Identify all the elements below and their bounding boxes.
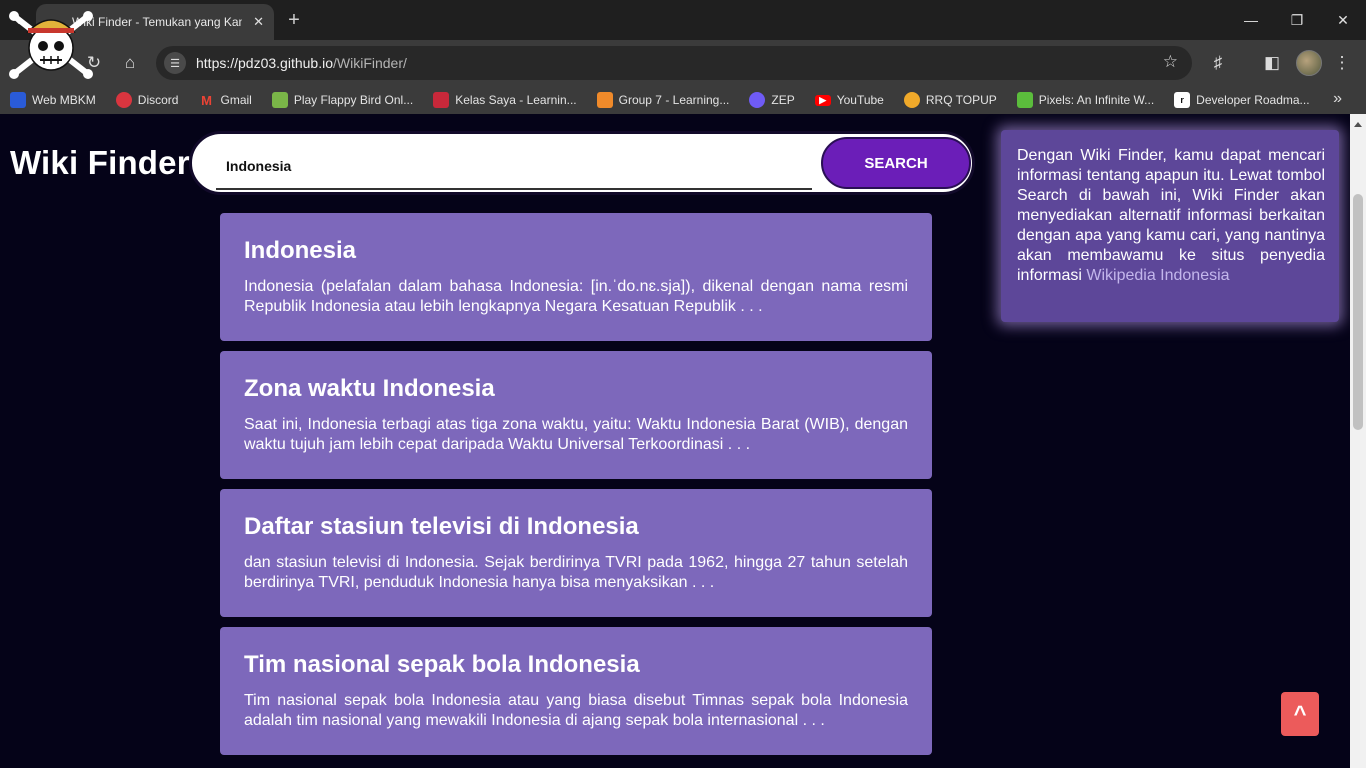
close-window-button[interactable]: ✕ [1330, 8, 1356, 32]
pixels-icon [1016, 92, 1033, 108]
result-snippet: Saat ini, Indonesia terbagi atas tiga zo… [244, 416, 908, 453]
scroll-up-arrow-icon[interactable] [1354, 122, 1362, 127]
tab-close-icon[interactable]: ✕ [253, 14, 264, 30]
result-card[interactable]: Daftar stasiun televisi di Indonesia dan… [220, 489, 932, 617]
tab-title: Wiki Finder - Temukan yang Kamu Cari [72, 15, 242, 29]
flappy-bird-icon [271, 92, 288, 108]
rrq-icon [903, 92, 920, 108]
bookmark-kelas-saya[interactable]: Kelas Saya - Learnin... [433, 92, 577, 108]
result-title[interactable]: Zona waktu Indonesia [244, 375, 908, 403]
group-icon [596, 92, 613, 108]
zep-icon [749, 92, 766, 108]
bookmark-zep[interactable]: ZEP [749, 92, 795, 108]
result-card[interactable]: Tim nasional sepak bola Indonesia Tim na… [220, 627, 932, 755]
bookmark-youtube[interactable]: ▶ YouTube [814, 93, 884, 107]
profile-avatar[interactable] [1296, 50, 1322, 76]
result-title[interactable]: Daftar stasiun televisi di Indonesia [244, 513, 908, 541]
restore-button[interactable]: ❐ [1284, 8, 1310, 32]
menu-icon[interactable]: ⋮ [1330, 51, 1354, 75]
result-title[interactable]: Tim nasional sepak bola Indonesia [244, 651, 908, 679]
result-snippet: Tim nasional sepak bola Indonesia atau y… [244, 692, 908, 729]
address-bar[interactable]: ☰ https://pdz03.github.io/WikiFinder/ ☆ [156, 46, 1192, 80]
discord-icon [115, 92, 132, 108]
tab-strip: ⌄ Wiki Finder - Temukan yang Kamu Cari ✕… [0, 0, 1366, 40]
bookmark-web-mbkm[interactable]: Web MBKM [10, 92, 96, 108]
bookmark-pixels[interactable]: Pixels: An Infinite W... [1016, 92, 1154, 108]
home-icon[interactable]: ⌂ [118, 51, 142, 75]
youtube-icon: ▶ [814, 94, 831, 106]
roadmap-icon: r [1174, 92, 1191, 108]
more-bookmarks-icon[interactable]: » [1333, 90, 1342, 108]
jolly-roger-icon [9, 11, 93, 79]
extensions-icon[interactable]: ♯ [1206, 51, 1230, 75]
result-snippet: dan stasiun televisi di Indonesia. Sejak… [244, 554, 908, 591]
browser-toolbar: ↻ ⌂ ☰ https://pdz03.github.io/WikiFinder… [0, 40, 1366, 86]
bookmark-group-7[interactable]: Group 7 - Learning... [596, 92, 729, 108]
bookmark-flappy-bird[interactable]: Play Flappy Bird Onl... [271, 92, 413, 108]
bookmark-star-icon[interactable]: ☆ [1163, 52, 1178, 72]
bookmark-gmail[interactable]: M Gmail [198, 92, 252, 108]
result-title[interactable]: Indonesia [244, 237, 908, 265]
gmail-icon: M [201, 92, 212, 108]
result-card[interactable]: Indonesia Indonesia (pelafalan dalam bah… [220, 213, 932, 341]
bookmark-rrq-topup[interactable]: RRQ TOPUP [903, 92, 997, 108]
brand-title: Wiki Finder [10, 144, 190, 181]
new-tab-button[interactable]: + [282, 8, 306, 32]
bookmark-discord[interactable]: Discord [115, 92, 178, 108]
info-box: Dengan Wiki Finder, kamu dapat mencari i… [1001, 130, 1339, 322]
info-text: Dengan Wiki Finder, kamu dapat mencari i… [1017, 147, 1325, 284]
learning-icon [433, 92, 450, 108]
search-input[interactable] [216, 144, 812, 190]
result-card[interactable]: Zona waktu Indonesia Saat ini, Indonesia… [220, 351, 932, 479]
site-settings-icon[interactable]: ☰ [164, 52, 186, 74]
scroll-to-top-button[interactable]: ^ [1281, 692, 1319, 736]
search-bar: SEARCH [189, 131, 975, 195]
page-scrollbar[interactable] [1350, 114, 1366, 768]
search-button[interactable]: SEARCH [821, 137, 971, 189]
result-snippet: Indonesia (pelafalan dalam bahasa Indone… [244, 278, 908, 315]
wikipedia-link[interactable]: Wikipedia Indonesia [1086, 267, 1229, 284]
side-panel-icon[interactable]: ◧ [1260, 51, 1284, 75]
url-text[interactable]: https://pdz03.github.io/WikiFinder/ [196, 55, 407, 71]
bookmarks-bar: Web MBKM Discord M Gmail Play Flappy Bird… [0, 86, 1366, 114]
bookmark-developer-roadmap[interactable]: r Developer Roadma... [1174, 92, 1310, 108]
scrollbar-thumb[interactable] [1353, 194, 1363, 430]
page-content: Wiki Finder SEARCH Indonesia Indonesia (… [0, 114, 1350, 768]
mbkm-icon [10, 92, 26, 108]
minimize-button[interactable]: — [1238, 8, 1264, 32]
